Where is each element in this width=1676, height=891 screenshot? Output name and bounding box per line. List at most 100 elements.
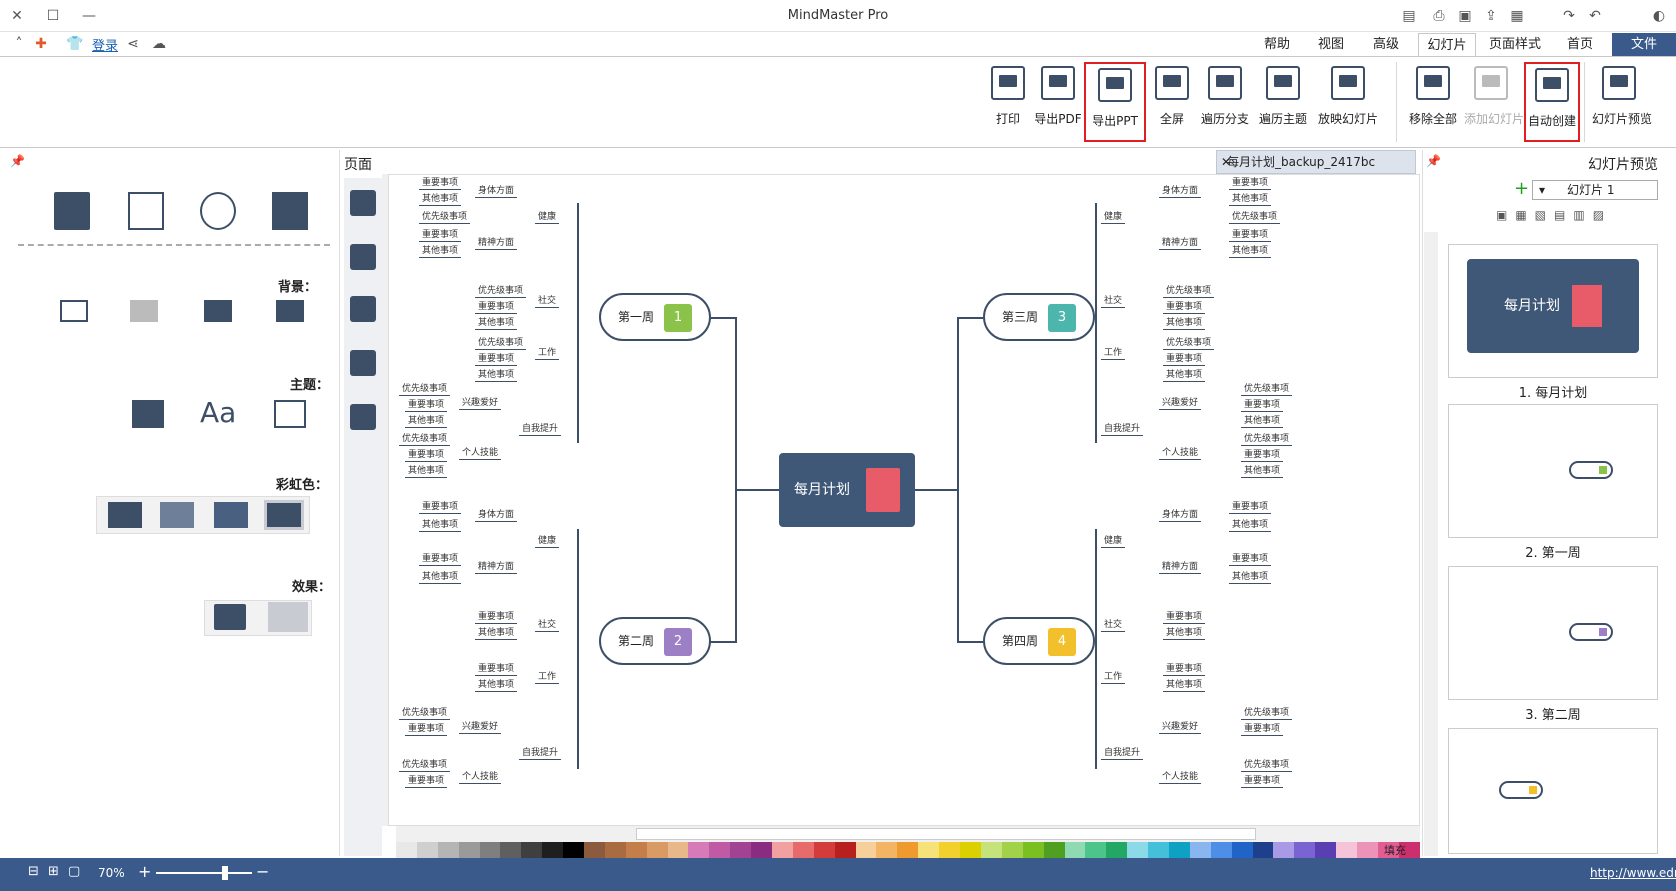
leaf-topic[interactable]: 重要事项	[405, 775, 448, 788]
leaf-topic[interactable]: 其他事项	[1163, 317, 1206, 330]
leaf-topic[interactable]: 其他事项	[405, 415, 448, 428]
tab-home[interactable]: 首页	[1552, 33, 1608, 56]
central-topic[interactable]: 每月计划	[779, 453, 915, 527]
leaf-topic[interactable]: 重要事项	[475, 353, 518, 366]
leaf-topic[interactable]: 其他事项	[1229, 193, 1272, 206]
slide-thumbnail[interactable]	[1448, 728, 1658, 854]
leaf-topic[interactable]: 重要事项	[1163, 611, 1206, 624]
bg-color-icon[interactable]	[276, 300, 304, 322]
leaf-topic[interactable]: 优先级事项	[1241, 383, 1293, 396]
category-topic[interactable]: 社交	[1101, 619, 1126, 632]
leaf-topic[interactable]: 优先级事项	[419, 211, 471, 224]
zoom-level[interactable]: 70%	[98, 866, 125, 880]
subtopic[interactable]: 兴趣爱好	[459, 721, 502, 734]
leaf-topic[interactable]: 重要事项	[419, 501, 462, 514]
subtopic[interactable]: 身体方面	[475, 509, 518, 522]
category-topic[interactable]: 社交	[1101, 295, 1126, 308]
category-topic[interactable]: 社交	[535, 619, 560, 632]
layout-list-icon[interactable]	[54, 192, 90, 230]
leaf-topic[interactable]: 优先级事项	[399, 707, 451, 720]
login-link[interactable]: 登录	[92, 35, 118, 54]
grid-view-icon[interactable]: ⊞	[48, 864, 59, 879]
subtopic[interactable]: 身体方面	[1159, 509, 1202, 522]
slide-thumbnail[interactable]	[1448, 404, 1658, 538]
bg-image-remove-icon[interactable]	[130, 300, 158, 322]
slide-thumbnail[interactable]	[1448, 566, 1658, 700]
leaf-topic[interactable]: 其他事项	[1163, 627, 1206, 640]
subtopic[interactable]: 个人技能	[459, 771, 502, 784]
effect-pen-icon[interactable]	[268, 602, 308, 632]
category-topic[interactable]: 健康	[535, 535, 560, 548]
leaf-topic[interactable]: 其他事项	[475, 679, 518, 692]
tab-view[interactable]: 视图	[1306, 33, 1356, 56]
leaf-topic[interactable]: 其他事项	[419, 519, 462, 532]
share-icon[interactable]: ⋖	[124, 35, 142, 53]
subtopic[interactable]: 兴趣爱好	[459, 397, 502, 410]
fit-page-icon[interactable]: ⊟	[28, 864, 39, 879]
leaf-topic[interactable]: 重要事项	[419, 553, 462, 566]
subtopic[interactable]: 精神方面	[1159, 561, 1202, 574]
leaf-topic[interactable]: 重要事项	[1241, 449, 1284, 462]
leaf-topic[interactable]: 重要事项	[1241, 775, 1284, 788]
slide-panel-pin-icon[interactable]: 📌	[1426, 154, 1441, 168]
category-topic[interactable]: 工作	[1101, 347, 1126, 360]
leaf-topic[interactable]: 重要事项	[405, 399, 448, 412]
traverse-branch-button[interactable]: 遍历分支	[1198, 62, 1252, 142]
tab-slides[interactable]: 幻灯片	[1418, 33, 1476, 56]
leaf-topic[interactable]: 优先级事项	[399, 759, 451, 772]
category-topic[interactable]: 健康	[535, 211, 560, 224]
leaf-topic[interactable]: 其他事项	[1229, 245, 1272, 258]
bg-text-icon[interactable]	[60, 300, 88, 322]
category-topic[interactable]: 自我提升	[519, 423, 562, 436]
layout-map-icon[interactable]	[200, 192, 236, 230]
leaf-topic[interactable]: 重要事项	[419, 177, 462, 190]
leaf-topic[interactable]: 重要事项	[419, 229, 462, 242]
leaf-topic[interactable]: 重要事项	[1229, 229, 1272, 242]
slide-selector[interactable]: 幻灯片 1 ▾	[1532, 180, 1658, 200]
leaf-topic[interactable]: 其他事项	[1241, 465, 1284, 478]
category-topic[interactable]: 自我提升	[519, 747, 562, 760]
paint-brush-icon[interactable]	[350, 190, 376, 216]
category-topic[interactable]: 自我提升	[1101, 747, 1144, 760]
subtopic[interactable]: 个人技能	[1159, 771, 1202, 784]
open-icon[interactable]: ▦	[1508, 7, 1526, 25]
zoom-in-icon[interactable]: +	[138, 862, 151, 881]
undo-icon[interactable]: ↶	[1586, 7, 1604, 25]
export-pdf-button[interactable]: 导出PDF	[1034, 62, 1082, 142]
leaf-topic[interactable]: 重要事项	[405, 449, 448, 462]
add-slide-button[interactable]: 添加幻灯片	[1464, 62, 1524, 142]
rainbow-option[interactable]	[214, 502, 248, 528]
zoom-out-icon[interactable]: −	[256, 862, 269, 881]
category-topic[interactable]: 社交	[535, 295, 560, 308]
week-node[interactable]: 第四周 4	[983, 617, 1095, 665]
slide-panel-scrollbar[interactable]	[1424, 232, 1438, 856]
remove-all-button[interactable]: 移除全部	[1406, 62, 1460, 142]
leaf-topic[interactable]: 重要事项	[1229, 177, 1272, 190]
leaf-topic[interactable]: 重要事项	[475, 663, 518, 676]
color-palette[interactable]	[396, 842, 1420, 858]
leaf-topic[interactable]: 其他事项	[1241, 415, 1284, 428]
subtopic[interactable]: 个人技能	[459, 447, 502, 460]
close-icon[interactable]: ✕	[8, 7, 26, 25]
leaf-topic[interactable]: 优先级事项	[1241, 759, 1293, 772]
skin-icon[interactable]: 👕	[66, 35, 84, 53]
clipart-icon[interactable]	[350, 296, 376, 322]
subtopic[interactable]: 精神方面	[475, 561, 518, 574]
leaf-topic[interactable]: 优先级事项	[1163, 285, 1215, 298]
slideshow-button[interactable]: 放映幻灯片	[1316, 62, 1380, 142]
status-url[interactable]: http://www.edrawsoft.cn	[1590, 866, 1676, 880]
subtopic[interactable]: 身体方面	[475, 185, 518, 198]
category-topic[interactable]: 工作	[535, 347, 560, 360]
fit-width-icon[interactable]: ▢	[68, 864, 80, 879]
export-ppt-button[interactable]: 导出PPT	[1084, 62, 1146, 142]
slide-thumbnail[interactable]: 每月计划	[1448, 244, 1658, 378]
slide-toolbar[interactable]: ▣▦▧▤▥▨	[1496, 208, 1658, 224]
tab-file[interactable]: 文件	[1612, 33, 1676, 56]
leaf-topic[interactable]: 优先级事项	[1241, 707, 1293, 720]
leaf-topic[interactable]: 重要事项	[405, 723, 448, 736]
leaf-topic[interactable]: 优先级事项	[1241, 433, 1293, 446]
traverse-topic-button[interactable]: 遍历主题	[1256, 62, 1310, 142]
mindmap-canvas[interactable]: 每月计划 第三周 3 第四周 4 第一周 1 第二周 2 健康 社交 工作 自我提升 身…	[388, 174, 1420, 826]
theme-font-icon[interactable]: Aa	[200, 396, 236, 429]
export-icon[interactable]: ⇪	[1482, 7, 1500, 25]
